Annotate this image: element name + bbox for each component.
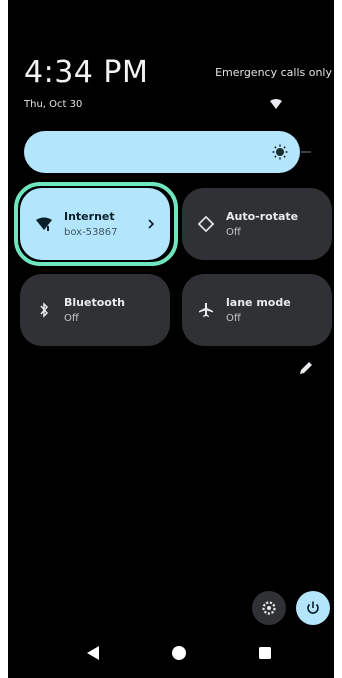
- brightness-icon: [272, 144, 288, 160]
- brightness-slider[interactable]: [24, 131, 300, 173]
- focus-highlight: [14, 182, 178, 266]
- tile-auto-rotate[interactable]: Auto-rotate Off: [182, 188, 332, 260]
- quick-settings-panel: 4:34 PM Emergency calls only Thu, Oct 30: [8, 0, 334, 678]
- tile-airplane-mode-subtitle: Off: [226, 313, 241, 324]
- power-icon: [307, 601, 319, 614]
- gear-icon: [262, 601, 276, 615]
- power-button[interactable]: [296, 591, 330, 625]
- tile-airplane-mode[interactable]: lane mode Off: [182, 274, 332, 346]
- pencil-icon[interactable]: [298, 360, 314, 376]
- tile-airplane-mode-title: lane mode: [226, 296, 291, 309]
- tile-auto-rotate-subtitle: Off: [226, 227, 241, 238]
- bluetooth-icon: [40, 302, 49, 318]
- back-triangle-icon[interactable]: [86, 645, 100, 661]
- tile-bluetooth-title: Bluetooth: [64, 296, 125, 309]
- brightness-track-end: [301, 151, 311, 153]
- settings-button[interactable]: [252, 591, 286, 625]
- date-label: Thu, Oct 30: [24, 99, 83, 110]
- rotate-icon: [198, 216, 214, 232]
- airplane-icon: [199, 303, 213, 317]
- clock: 4:34 PM: [24, 55, 149, 90]
- recents-square-icon[interactable]: [258, 646, 272, 660]
- tile-bluetooth[interactable]: Bluetooth Off: [20, 274, 170, 346]
- emergency-calls-label: Emergency calls only: [215, 66, 332, 79]
- tile-bluetooth-subtitle: Off: [64, 313, 79, 324]
- wifi-status-icon: [270, 99, 282, 109]
- home-circle-icon[interactable]: [171, 645, 187, 661]
- tile-auto-rotate-title: Auto-rotate: [226, 210, 299, 223]
